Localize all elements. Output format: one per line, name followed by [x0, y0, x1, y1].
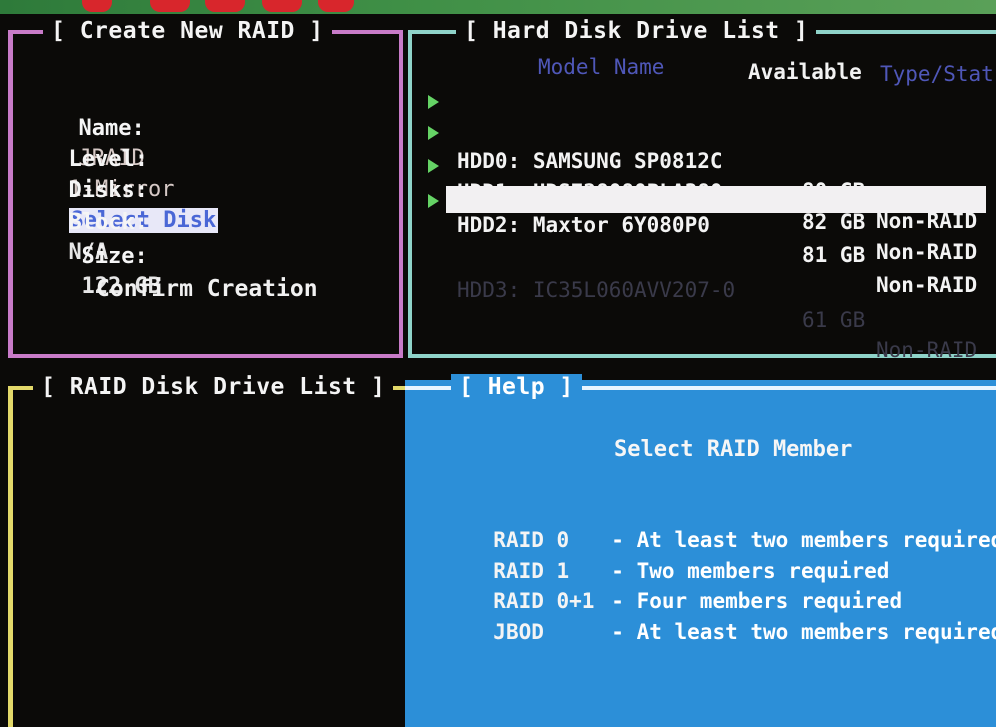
raid-panel-title: [ RAID Disk Drive List ] — [33, 374, 394, 400]
hdd-available: 61 GB — [802, 308, 866, 332]
help-desc: - At least two members required — [611, 620, 996, 644]
hdd-panel-title: [ Hard Disk Drive List ] — [456, 18, 817, 44]
triangle-right-icon — [428, 95, 439, 109]
triangle-right-icon — [428, 126, 439, 140]
hdd-available: 81 GB — [802, 243, 866, 267]
triangle-right-icon — [428, 159, 439, 173]
triangle-right-icon — [428, 194, 439, 208]
column-type-status: Type/Stat — [880, 62, 994, 86]
hdd-row-1[interactable]: HDD1: HDS728080PLA380 82 GB Non-RAID — [424, 117, 984, 264]
raid-disk-list-panel: [ RAID Disk Drive List ] — [8, 374, 409, 727]
size-label: Size: — [81, 244, 148, 269]
column-model-name: Model Name — [538, 55, 665, 79]
hdd-row-3-selected[interactable]: HDD3: IC35L060AVV207-0 61 GB Non-RAID — [424, 185, 986, 362]
top-decoration-strip — [0, 0, 996, 14]
column-available: Available — [748, 60, 862, 84]
hdd-row-0[interactable]: HDD0: SAMSUNG SP0812C 80 GB Non-RAID — [424, 86, 984, 233]
hdd-name: HDD3: IC35L060AVV207-0 — [457, 278, 736, 302]
hdd-type: Non-RAID — [876, 338, 978, 362]
help-row-jbod: JBOD - At least two members required — [468, 596, 996, 644]
create-panel-title: [ Create New RAID ] — [43, 18, 332, 44]
help-level: JBOD — [493, 620, 544, 644]
hdd-type: Non-RAID — [876, 240, 978, 264]
hdd-type: Non-RAID — [876, 273, 978, 297]
selection-highlight — [446, 186, 986, 213]
confirm-creation-button[interactable]: Confirm Creation — [96, 276, 318, 302]
help-panel-title: [ Help ] — [451, 374, 582, 400]
help-heading: Select RAID Member — [614, 437, 853, 462]
hdd-row-2[interactable]: HDD2: Maxtor 6Y080P0 81 GB Non-RAID — [424, 150, 984, 297]
